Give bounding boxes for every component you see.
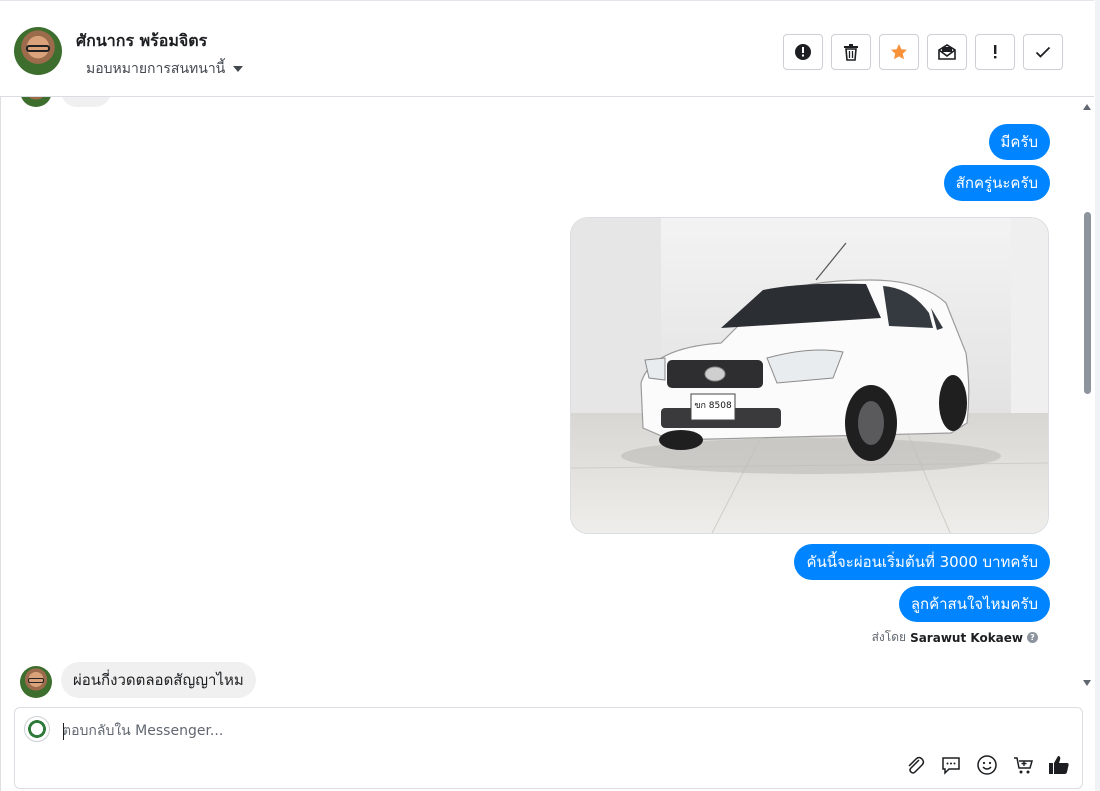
- page-logo-avatar: [24, 716, 50, 742]
- conversation-header: ศักนากร พร้อมจิตร มอบหมายการสนทนานี้: [0, 0, 1094, 97]
- mark-unread-button[interactable]: [927, 34, 967, 70]
- composer-actions: [904, 754, 1070, 780]
- license-plate-text: ขก 8508: [694, 401, 732, 411]
- mark-done-button[interactable]: [1023, 34, 1063, 70]
- follow-up-button[interactable]: [975, 34, 1015, 70]
- contact-name[interactable]: ศักนากร พร้อมจิตร: [76, 29, 207, 54]
- reply-composer: [14, 707, 1083, 789]
- star-icon: [891, 44, 907, 60]
- scrollbar[interactable]: [1082, 100, 1094, 692]
- assign-label: มอบหมายการสนทนานี้: [86, 61, 226, 77]
- incoming-message-bubble: [61, 97, 111, 107]
- star-button[interactable]: [879, 34, 919, 70]
- sent-by-prefix: ส่งโดย: [871, 630, 907, 644]
- scroll-down-arrow-icon[interactable]: [1083, 680, 1091, 686]
- outgoing-message: คันนี้จะผ่อนเริ่มต้นที่ 3000 บาทครับ: [794, 544, 1050, 580]
- assign-conversation-dropdown[interactable]: มอบหมายการสนทนานี้: [86, 58, 244, 80]
- help-icon[interactable]: ?: [1027, 632, 1038, 643]
- exclamation-icon: [994, 45, 997, 59]
- chevron-down-icon: [233, 66, 244, 72]
- checkmark-icon: [1035, 46, 1051, 58]
- envelope-open-icon: [938, 44, 956, 60]
- outgoing-photo[interactable]: ขก 8508: [570, 217, 1049, 534]
- scroll-up-arrow-icon[interactable]: [1083, 104, 1091, 110]
- outgoing-message: มีครับ: [988, 124, 1050, 160]
- emoji-icon[interactable]: [976, 754, 998, 780]
- chat-bubble-icon[interactable]: [940, 754, 962, 780]
- alert-circle-icon: [795, 44, 811, 60]
- contact-avatar-small: [20, 666, 52, 698]
- contact-avatar-small: [20, 97, 52, 107]
- delete-button[interactable]: [831, 34, 871, 70]
- sender-name: Sarawut Kokaew: [910, 630, 1023, 645]
- sent-by-label: ส่งโดย Sarawut Kokaew ?: [872, 628, 1038, 647]
- thumbs-up-icon[interactable]: [1048, 754, 1070, 780]
- conversation-toolbar: [783, 34, 1063, 70]
- window-edge: [1095, 0, 1100, 791]
- outgoing-message: สักครู่นะครับ: [943, 165, 1050, 201]
- reply-input[interactable]: [62, 720, 862, 742]
- text-cursor: [63, 723, 64, 740]
- scrollbar-thumb[interactable]: [1084, 212, 1091, 394]
- paperclip-icon[interactable]: [904, 754, 926, 780]
- car-photo: ขก 8508: [571, 218, 1048, 533]
- outgoing-message: ลูกค้าสนใจไหมครับ: [898, 586, 1050, 622]
- report-spam-button[interactable]: [783, 34, 823, 70]
- trash-icon: [844, 44, 858, 61]
- cart-icon[interactable]: [1012, 754, 1034, 780]
- contact-avatar[interactable]: [14, 27, 62, 75]
- message-thread[interactable]: มีครับ สักครู่นะครับ ขก 8508 คันนี้จะผ่อ…: [0, 97, 1080, 700]
- incoming-message: ผ่อนกี่งวดตลอดสัญญาไหม: [61, 662, 256, 698]
